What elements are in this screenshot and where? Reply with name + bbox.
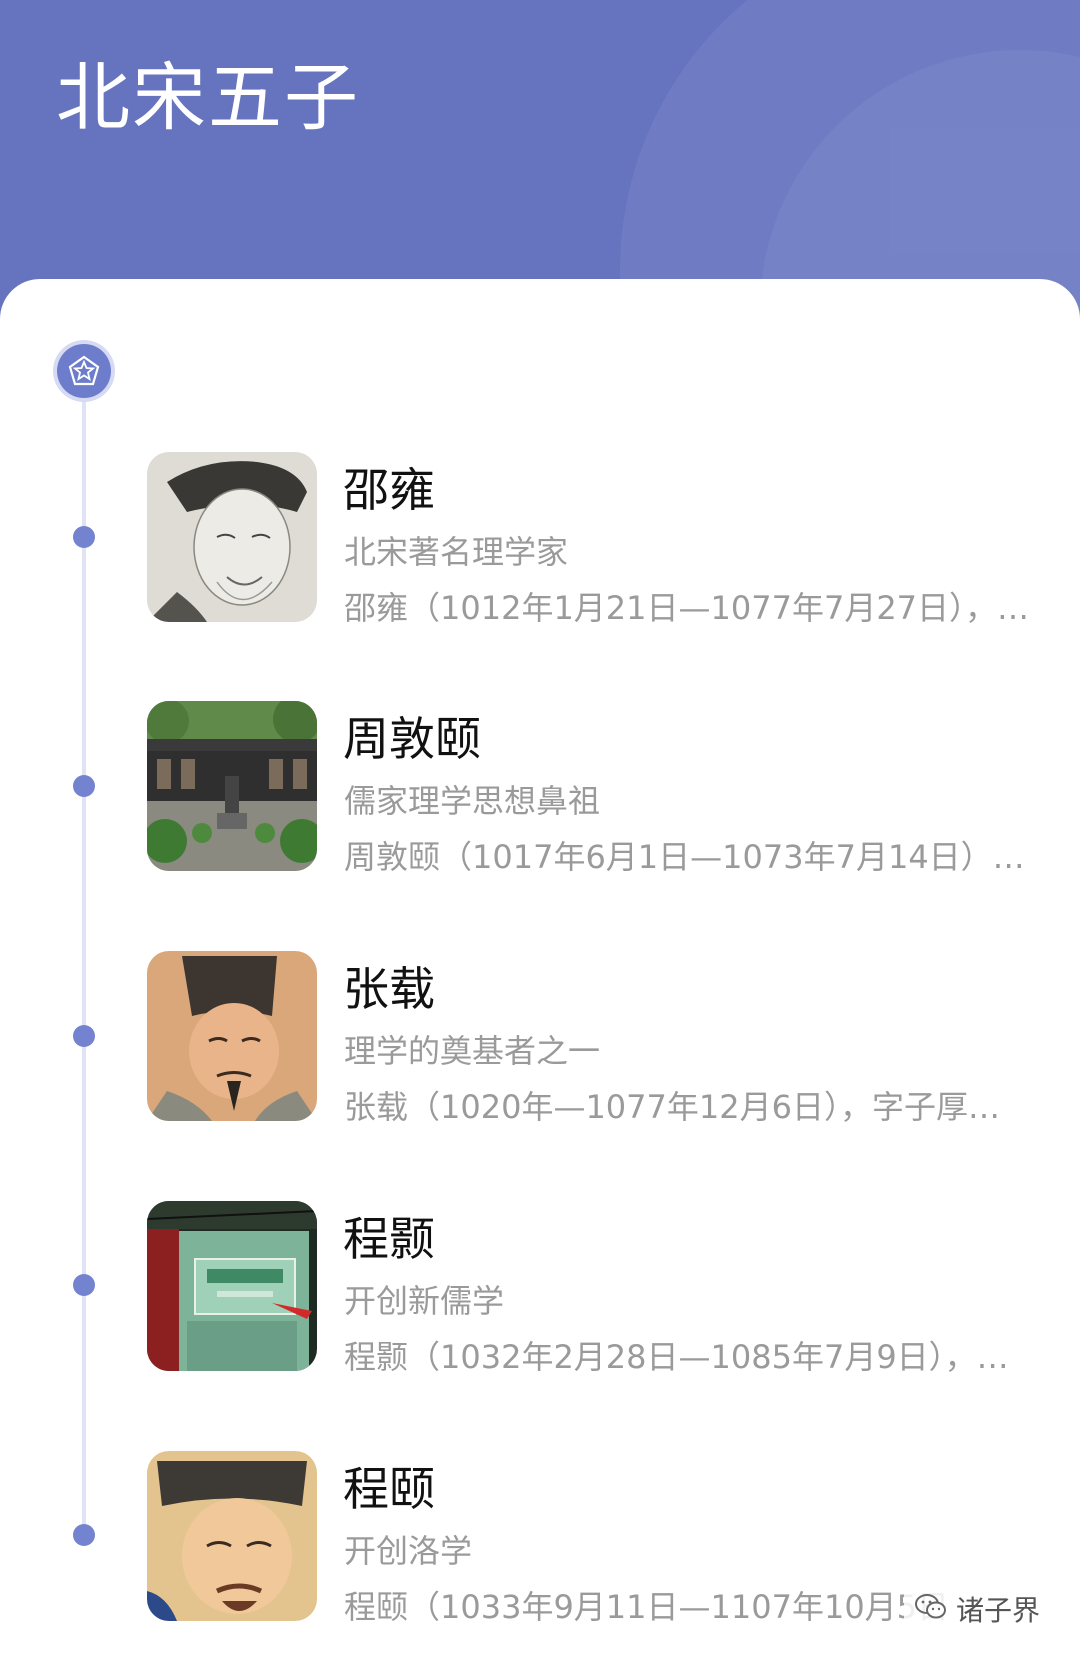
item-subtitle: 开创新儒学 [344,1282,505,1320]
timeline-dot [73,526,95,548]
gate-plaque-photo [147,1201,317,1371]
page-title: 北宋五子 [56,55,360,141]
item-subtitle: 儒家理学思想鼻祖 [344,782,601,820]
wechat-icon [914,1592,948,1626]
timeline-dot [73,775,95,797]
timeline-dot [73,1274,95,1296]
item-description: 周敦颐（1017年6月1日—1073年7月14日）… [344,838,1025,876]
item-name: 程颢 [343,1212,435,1266]
watermark-text: 诸子界 [956,1594,1041,1627]
list-item[interactable]: 周敦颐 儒家理学思想鼻祖 周敦颐（1017年6月1日—1073年7月14日）… [147,701,1047,881]
watermark: 诸子界 [904,1587,1051,1631]
pentagon-star-icon [57,344,111,398]
memorial-hall-photo [147,701,317,871]
item-name: 邵雍 [343,463,435,517]
list-item[interactable]: 张载 理学的奠基者之一 张载（1020年—1077年12月6日），字子厚… [147,951,1047,1131]
timeline-dot [73,1025,95,1047]
list-item[interactable]: 邵雍 北宋著名理学家 邵雍（1012年1月21日—1077年7月27日），… [147,452,1047,632]
item-description: 程颢（1032年2月28日—1085年7月9日），… [344,1338,1009,1376]
item-name: 周敦颐 [343,712,481,766]
timeline-dot [73,1524,95,1546]
portrait-shao-yong [147,452,317,622]
item-description: 张载（1020年—1077年12月6日），字子厚… [344,1088,1000,1126]
item-description: 邵雍（1012年1月21日—1077年7月27日），… [344,589,1030,627]
list-item[interactable]: 程颢 开创新儒学 程颢（1032年2月28日—1085年7月9日），… [147,1201,1047,1381]
item-name: 张载 [343,962,435,1016]
item-subtitle: 理学的奠基者之一 [344,1032,601,1070]
page-header: 北宋五子 [0,0,1080,320]
portrait-zhang-zai [147,951,317,1121]
item-subtitle: 开创洛学 [344,1532,473,1570]
item-subtitle: 北宋著名理学家 [344,533,569,571]
timeline-line [82,378,86,1532]
portrait-cheng-yi [147,1451,317,1621]
item-name: 程颐 [343,1462,435,1516]
